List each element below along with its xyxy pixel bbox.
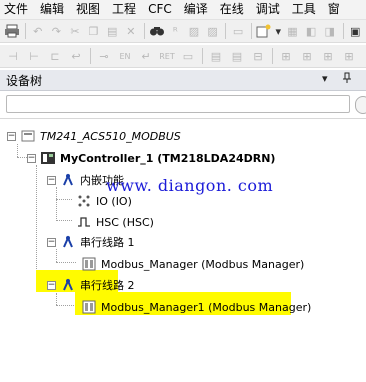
function-icon	[60, 277, 76, 293]
paste-icon[interactable]: ▤	[104, 22, 120, 40]
tree-label-modbus1: Modbus_Manager (Modbus Manager)	[101, 257, 305, 271]
menu-bar: 文件 编辑 视图 工程 CFC 编译 在线 调试 工具 窗	[0, 0, 366, 20]
menu-file[interactable]: 文件	[0, 0, 34, 19]
pane-menu-icon[interactable]: ▾	[322, 72, 328, 85]
reset-icon[interactable]: ⊞	[319, 47, 337, 65]
tree-label-io: IO (IO)	[96, 194, 132, 208]
settings-icon[interactable]: ▣	[347, 22, 363, 40]
bookmark-icon[interactable]: ▨	[186, 22, 202, 40]
tree-connector	[56, 199, 72, 200]
function-icon	[60, 234, 76, 250]
tree-node-controller[interactable]: − MyController_1 (TM218LDA24DRN)	[27, 147, 275, 169]
search-button[interactable]	[355, 96, 366, 114]
device-tree: − TM241_ACS510_MODBUS − MyController_1 (…	[0, 119, 366, 382]
pin-icon[interactable]	[342, 72, 352, 87]
toolbar-separator	[90, 48, 91, 64]
project-icon	[20, 128, 36, 144]
box-icon[interactable]: ▤	[207, 47, 225, 65]
collapse-toggle[interactable]: −	[27, 153, 36, 163]
toolbar-separator	[143, 23, 145, 39]
watermark-text: www. diangon. com	[106, 176, 274, 195]
manager-icon	[81, 256, 97, 272]
search-input[interactable]	[6, 95, 350, 113]
contact-neg-icon[interactable]: ⊢	[25, 47, 43, 65]
logout-icon[interactable]: ◨	[322, 22, 338, 40]
tree-node-hsc[interactable]: HSC (HSC)	[76, 211, 154, 233]
bookmark-next-icon[interactable]: ▨	[205, 22, 221, 40]
menu-build[interactable]: 编译	[178, 0, 214, 19]
jump-icon[interactable]: ↵	[137, 47, 155, 65]
collapse-toggle[interactable]: −	[47, 237, 56, 247]
menu-window[interactable]: 窗	[322, 0, 346, 19]
input-icon[interactable]: ⊸	[95, 47, 113, 65]
tree-connector	[56, 305, 76, 306]
label-icon[interactable]: ▭	[179, 47, 197, 65]
print-icon[interactable]	[4, 22, 20, 40]
box-en-icon[interactable]: ▤	[228, 47, 246, 65]
set-icon[interactable]: ⊞	[298, 47, 316, 65]
tree-node-modbus2[interactable]: Modbus_Manager1 (Modbus Manager)	[81, 296, 311, 318]
manager-icon	[81, 299, 97, 315]
menu-view[interactable]: 视图	[70, 0, 106, 19]
tree-connector	[56, 187, 57, 221]
toolbar-separator	[225, 23, 227, 39]
toolbar-separator	[342, 23, 344, 39]
chevron-down-icon[interactable]: ▾	[275, 22, 282, 40]
parallel-contact-icon[interactable]: ⊏	[46, 47, 64, 65]
coil-icon[interactable]: ↩	[67, 47, 85, 65]
add-object-icon[interactable]	[256, 22, 272, 40]
output-icon[interactable]: ⊟	[249, 47, 267, 65]
menu-cfc[interactable]: CFC	[142, 0, 178, 19]
menu-debug[interactable]: 调试	[250, 0, 286, 19]
contact-icon[interactable]: ⊣	[4, 47, 22, 65]
pane-title: 设备树	[6, 73, 43, 88]
menu-tools[interactable]: 工具	[286, 0, 322, 19]
return-icon[interactable]: RET	[158, 47, 176, 65]
tree-node-serial2[interactable]: − 串行线路 2	[47, 274, 135, 296]
tree-label-serial2: 串行线路 2	[80, 279, 135, 292]
collapse-toggle[interactable]: −	[47, 280, 56, 290]
pulse-icon	[76, 214, 92, 230]
cfc-toolbar: ⊣ ⊢ ⊏ ↩ ⊸ EN ↵ RET ▭ ▤ ▤ ⊟ ⊞ ⊞ ⊞ ⊞	[0, 45, 366, 68]
toolbar-separator	[202, 48, 203, 64]
negate-icon[interactable]: ⊞	[277, 47, 295, 65]
tree-label-project: TM241_ACS510_MODBUS	[40, 129, 181, 143]
main-toolbar: ↶ ↷ ✂ ❐ ▤ ✕ ᴿ ▨ ▨ ▭ ▾ ▦ ◧ ◨ ▣	[0, 20, 366, 43]
find-replace-icon[interactable]: ᴿ	[168, 22, 184, 40]
copy-icon[interactable]: ❐	[86, 22, 102, 40]
tree-connector	[56, 220, 72, 221]
redo-icon[interactable]: ↷	[49, 22, 65, 40]
tree-label-modbus2: Modbus_Manager1 (Modbus Manager)	[101, 300, 312, 314]
toolbar-separator	[272, 48, 273, 64]
delete-icon[interactable]: ✕	[123, 22, 139, 40]
function-icon	[60, 172, 76, 188]
tree-connector	[56, 262, 76, 263]
plc-icon	[40, 150, 56, 166]
tree-label-hsc: HSC (HSC)	[96, 215, 154, 229]
login-icon[interactable]: ◧	[303, 22, 319, 40]
tree-node-serial1[interactable]: − 串行线路 1	[47, 231, 135, 253]
undo-icon[interactable]: ↶	[30, 22, 46, 40]
toolbar-separator	[250, 23, 252, 39]
find-icon[interactable]	[149, 22, 165, 40]
menu-edit[interactable]: 编辑	[34, 0, 70, 19]
build-icon[interactable]: ▦	[285, 22, 301, 40]
tree-label-serial1: 串行线路 1	[80, 236, 135, 249]
io-icon	[76, 193, 92, 209]
tree-node-modbus1[interactable]: Modbus_Manager (Modbus Manager)	[81, 253, 304, 275]
tree-connector	[36, 165, 37, 283]
edge-icon[interactable]: ⊞	[340, 47, 358, 65]
collapse-toggle[interactable]: −	[7, 131, 16, 141]
menu-online[interactable]: 在线	[214, 0, 250, 19]
tree-label-controller: MyController_1 (TM218LDA24DRN)	[60, 151, 276, 165]
collapse-toggle[interactable]: −	[47, 175, 56, 185]
menu-project[interactable]: 工程	[106, 0, 142, 19]
search-row	[0, 92, 366, 119]
cut-icon[interactable]: ✂	[67, 22, 83, 40]
toolbar-separator	[25, 23, 26, 39]
window-icon[interactable]: ▭	[230, 22, 246, 40]
tree-node-project[interactable]: − TM241_ACS510_MODBUS	[7, 125, 181, 147]
device-tree-pane-header: 设备树 ▾	[0, 70, 366, 91]
en-box-icon[interactable]: EN	[116, 47, 134, 65]
